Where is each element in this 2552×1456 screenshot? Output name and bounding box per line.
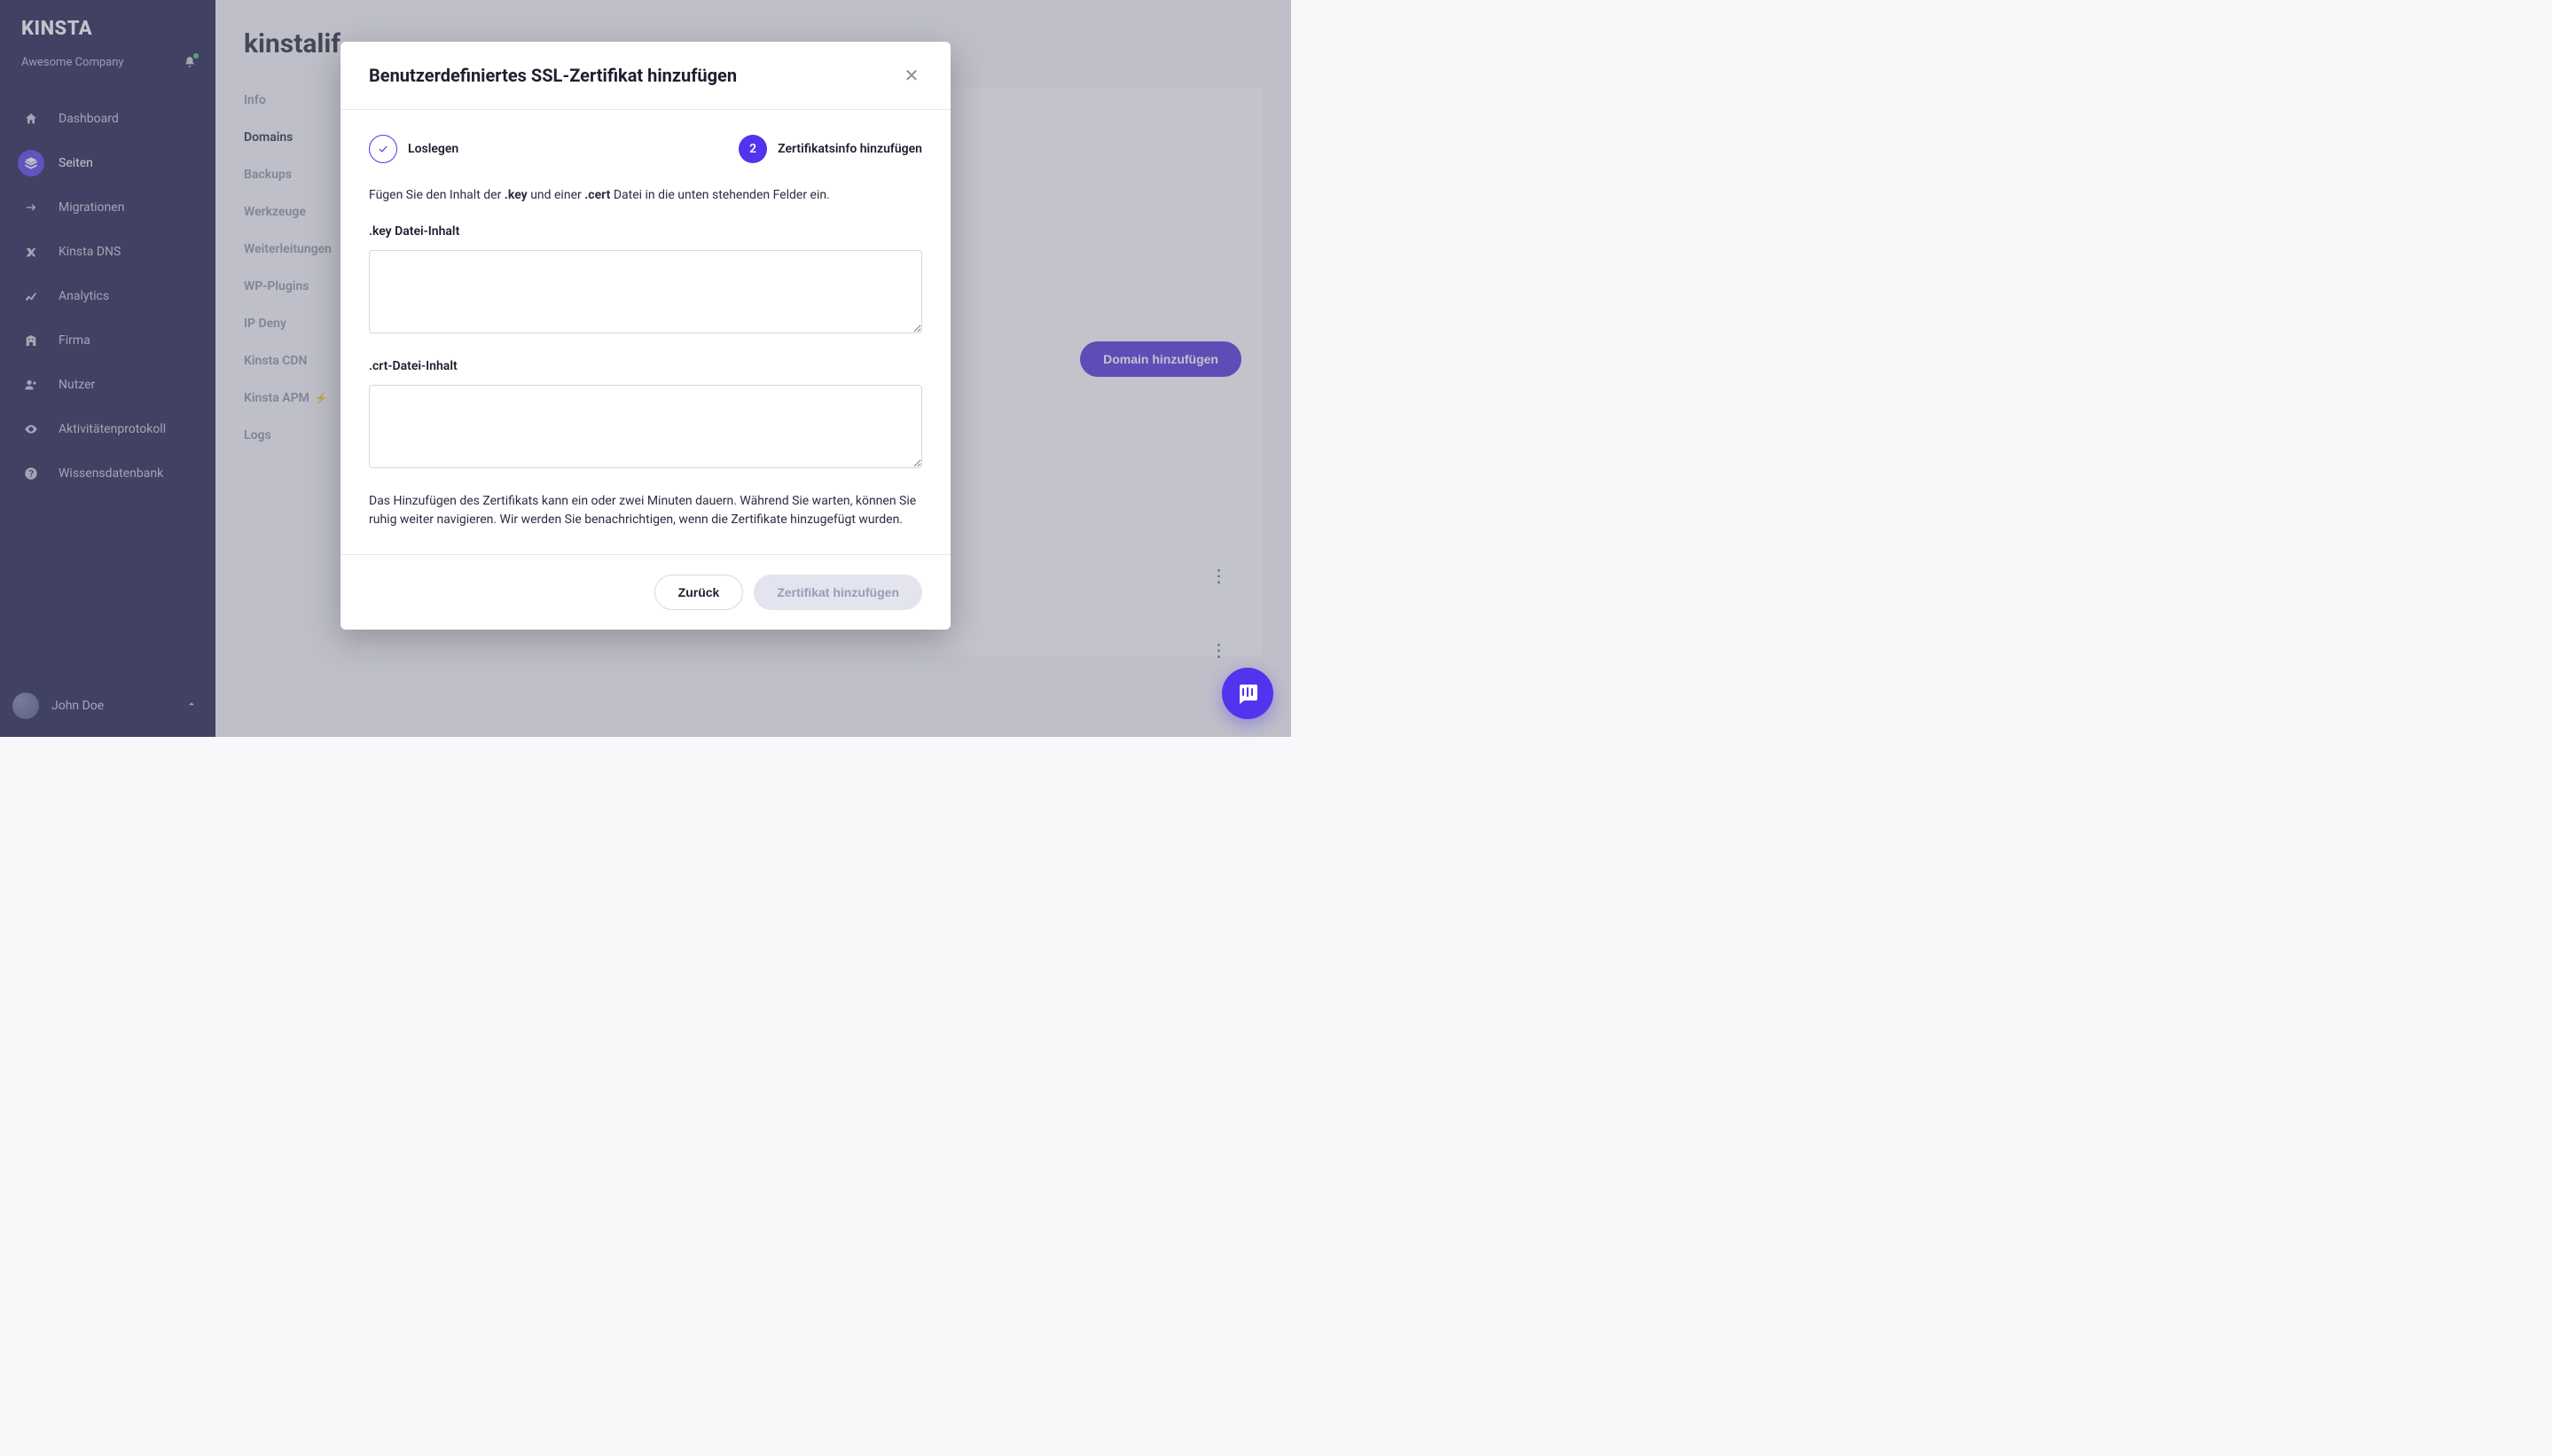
ssl-modal: Benutzerdefiniertes SSL-Zertifikat hinzu… <box>341 42 951 630</box>
key-field-group: .key Datei-Inhalt <box>369 223 922 340</box>
step-2: 2 Zertifikatsinfo hinzufügen <box>646 135 922 163</box>
back-button[interactable]: Zurück <box>654 575 744 610</box>
chat-icon <box>1235 681 1260 706</box>
step-1: Loslegen <box>369 135 646 163</box>
modal-title: Benutzerdefiniertes SSL-Zertifikat hinzu… <box>369 65 737 86</box>
modal-footer: Zurück Zertifikat hinzufügen <box>341 554 951 630</box>
modal-body: Fügen Sie den Inhalt der .key und einer … <box>341 170 951 554</box>
key-file-textarea[interactable] <box>369 250 922 333</box>
crt-file-textarea[interactable] <box>369 385 922 468</box>
step-2-label: Zertifikatsinfo hinzufügen <box>778 142 922 156</box>
modal-header: Benutzerdefiniertes SSL-Zertifikat hinzu… <box>341 42 951 110</box>
crt-field-group: .crt-Datei-Inhalt <box>369 357 922 474</box>
modal-overlay: Benutzerdefiniertes SSL-Zertifikat hinzu… <box>0 0 1291 737</box>
crt-field-label: .crt-Datei-Inhalt <box>369 357 922 376</box>
modal-note: Das Hinzufügen des Zertifikats kann ein … <box>369 492 922 529</box>
step-1-label: Loslegen <box>408 142 458 156</box>
modal-stepper: Loslegen 2 Zertifikatsinfo hinzufügen <box>341 110 951 170</box>
step-current-circle: 2 <box>739 135 767 163</box>
intercom-button[interactable] <box>1222 668 1273 719</box>
key-field-label: .key Datei-Inhalt <box>369 223 922 241</box>
modal-intro: Fügen Sie den Inhalt der .key und einer … <box>369 186 922 205</box>
modal-close-button[interactable]: ✕ <box>901 65 922 86</box>
close-icon: ✕ <box>904 65 920 86</box>
check-icon <box>377 143 389 155</box>
add-certificate-button[interactable]: Zertifikat hinzufügen <box>754 575 922 610</box>
step-done-circle <box>369 135 397 163</box>
